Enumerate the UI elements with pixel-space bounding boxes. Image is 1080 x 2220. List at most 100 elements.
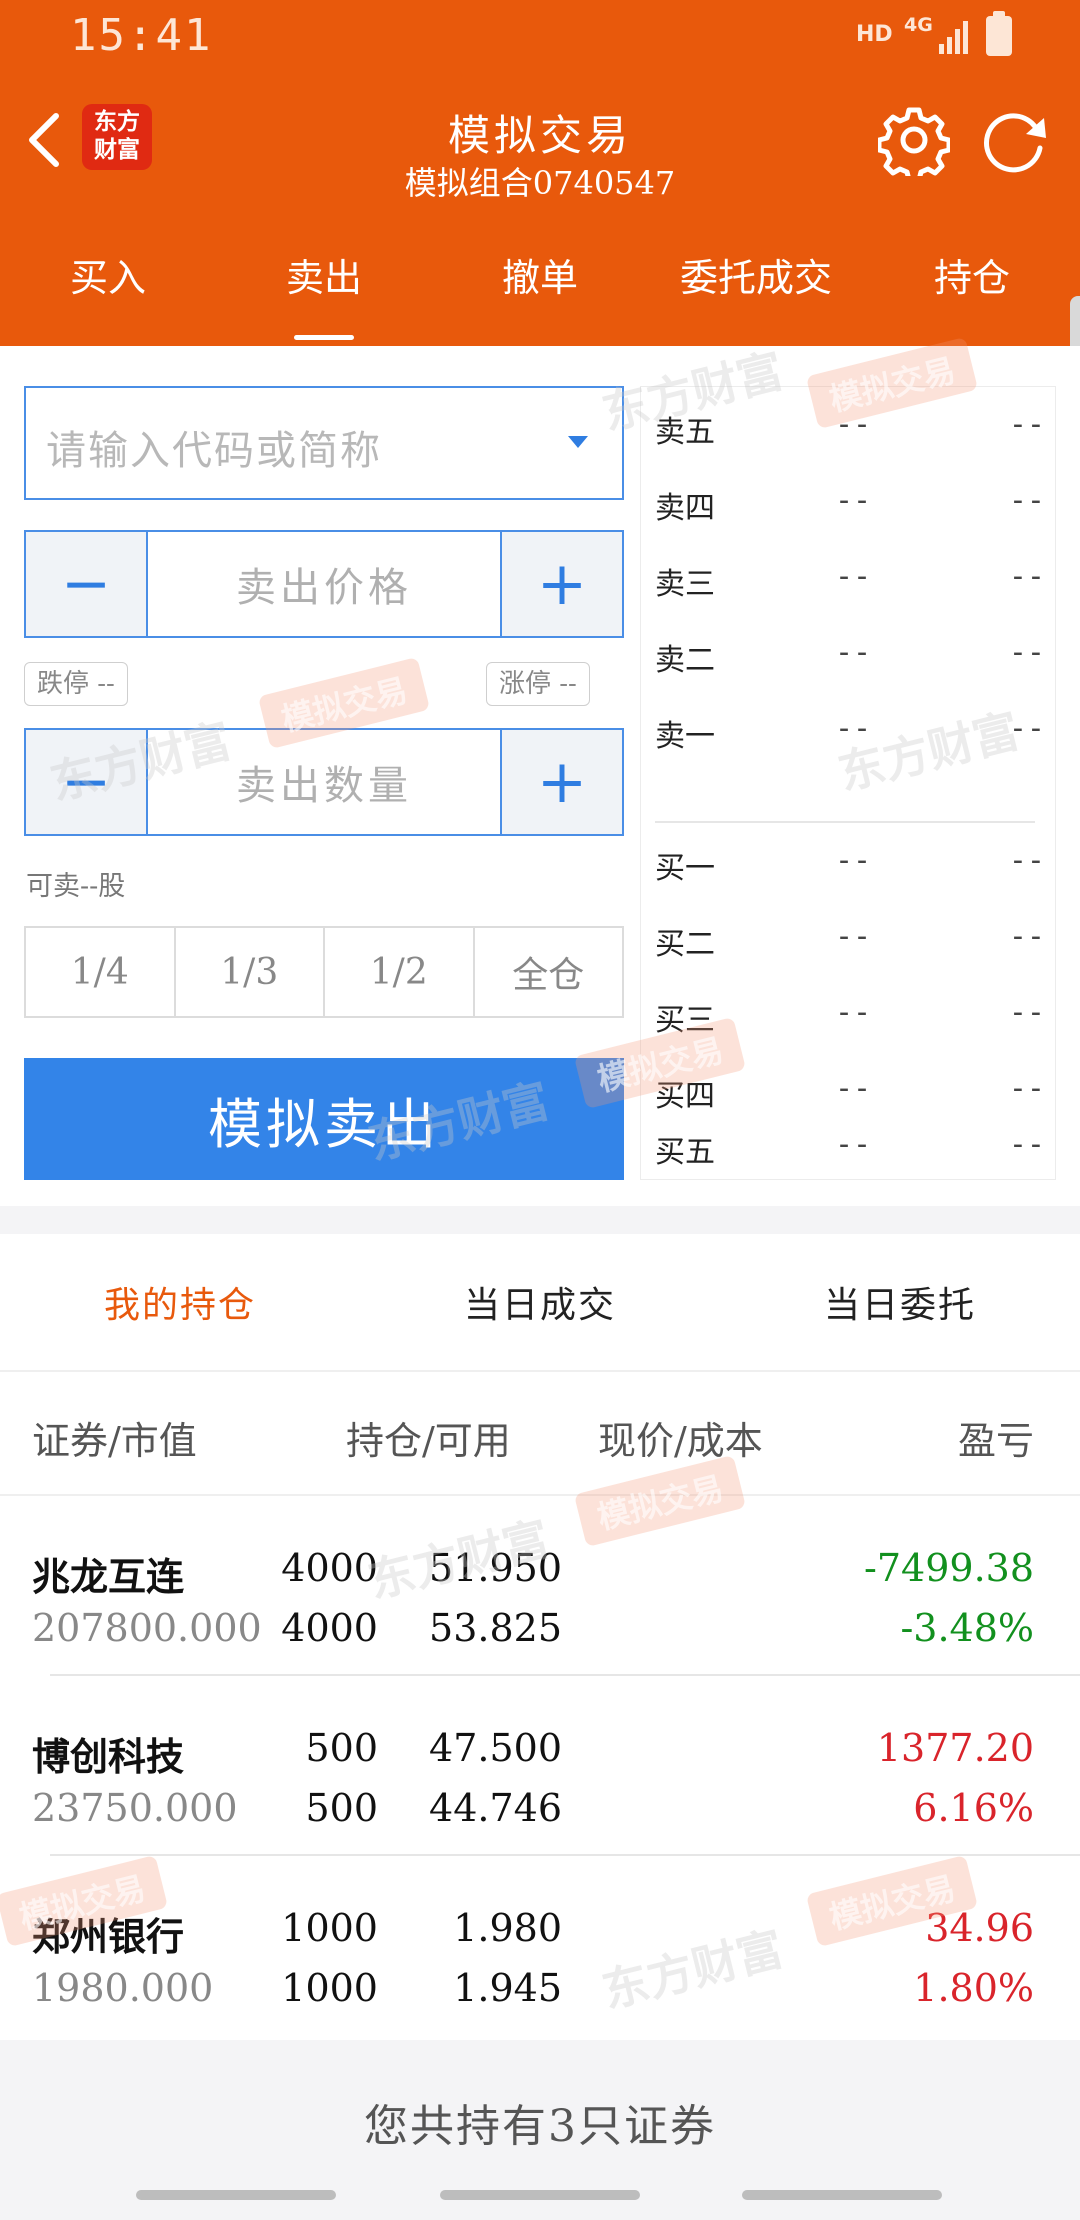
hd-indicator: HD — [856, 22, 893, 47]
ask-1-price: -- — [835, 711, 872, 746]
tab-cancel-order[interactable]: 撤单 — [432, 240, 648, 340]
bid-2-label: 买二 — [655, 927, 715, 962]
quantity-decrease-button[interactable]: − — [26, 730, 148, 834]
col-price: 现价/成本 — [598, 1419, 763, 1463]
limit-down-tag[interactable]: 跌停 -- — [24, 662, 128, 706]
order-book: 卖五 -- -- 卖四 -- -- 卖三 -- -- 卖二 -- -- 卖一 -- -- 买一 -- -… — [640, 386, 1056, 1180]
tab-sell[interactable]: 卖出 — [216, 240, 432, 340]
table-row[interactable]: 兆龙互连 207800.000 4000 4000 51.950 53.825 … — [0, 1496, 1080, 1676]
bid-3-label: 买三 — [655, 1003, 715, 1038]
col-security: 证券/市值 — [32, 1419, 197, 1463]
sellable-shares: 可卖--股 — [26, 871, 126, 902]
ask-5-price: -- — [835, 407, 872, 442]
bid-1-label: 买一 — [655, 851, 715, 886]
bid-5-row: 买五 -- -- — [655, 1127, 1045, 1170]
tab-orders-trades[interactable]: 委托成交 — [648, 240, 864, 340]
ask-2-volume: -- — [1008, 635, 1045, 670]
simulated-sell-button[interactable]: 模拟卖出 — [24, 1058, 624, 1180]
table-row[interactable]: 博创科技 23750.000 500 500 47.500 44.746 137… — [0, 1676, 1080, 1856]
bid-5-label: 买五 — [655, 1135, 715, 1170]
security-name: 郑州银行 — [32, 1914, 185, 1959]
bid-2-row: 买二 -- -- — [655, 919, 1045, 962]
current-price: 1.980 — [453, 1906, 562, 1950]
tab-holdings[interactable]: 持仓 — [864, 240, 1080, 340]
quantity-stepper: − 卖出数量 + — [24, 728, 624, 836]
signal-icon — [939, 21, 968, 54]
nav-bar-pill-left[interactable] — [136, 2190, 336, 2200]
nav-bar-pill-center[interactable] — [440, 2190, 640, 2200]
ask-2-price: -- — [835, 635, 872, 670]
col-holding: 持仓/可用 — [346, 1419, 511, 1463]
trade-panel: 请输入代码或简称 − 卖出价格 + 跌停 -- 涨停 -- − 卖出数量 + 可… — [0, 336, 1080, 1206]
fraction-half-button[interactable]: 1/2 — [323, 928, 473, 1016]
positions-tabs: 我的持仓 当日成交 当日委托 — [0, 1234, 1080, 1372]
holding-qty: 500 — [305, 1726, 378, 1770]
tab-today-trades[interactable]: 当日成交 — [360, 1234, 720, 1370]
ask-4-volume: -- — [1008, 483, 1045, 518]
holding-qty: 4000 — [281, 1546, 378, 1590]
cost-price: 53.825 — [429, 1606, 562, 1650]
ask-5-label: 卖五 — [655, 415, 715, 450]
fraction-quarter-button[interactable]: 1/4 — [26, 928, 174, 1016]
limit-up-tag[interactable]: 涨停 -- — [486, 662, 590, 706]
fraction-full-button[interactable]: 全仓 — [472, 928, 623, 1016]
bid-5-price: -- — [835, 1127, 872, 1162]
nav-bar-pill-right[interactable] — [742, 2190, 942, 2200]
table-row[interactable]: 郑州银行 1980.000 1000 1000 1.980 1.945 34.9… — [0, 1856, 1080, 2036]
status-time: 15:41 — [70, 10, 213, 61]
bid-1-volume: -- — [1008, 843, 1045, 878]
battery-icon — [986, 11, 1012, 56]
market-value: 207800.000 — [32, 1606, 262, 1650]
security-name: 兆龙互连 — [32, 1554, 185, 1599]
gear-icon[interactable] — [878, 104, 950, 176]
available-qty: 500 — [305, 1786, 378, 1830]
bid-3-row: 买三 -- -- — [655, 995, 1045, 1038]
profit-loss-amount: -7499.38 — [864, 1546, 1034, 1590]
ask-4-price: -- — [835, 483, 872, 518]
price-increase-button[interactable]: + — [500, 532, 622, 636]
ask-3-volume: -- — [1008, 559, 1045, 594]
price-decrease-button[interactable]: − — [26, 532, 148, 636]
cost-price: 1.945 — [453, 1966, 562, 2010]
available-qty: 4000 — [281, 1606, 378, 1650]
sell-price-input[interactable]: 卖出价格 — [148, 532, 500, 636]
refresh-icon[interactable] — [976, 104, 1050, 178]
bid-1-row: 买一 -- -- — [655, 843, 1045, 886]
bid-1-price: -- — [835, 843, 872, 878]
holding-qty: 1000 — [281, 1906, 378, 1950]
trade-tabs: 买入 卖出 撤单 委托成交 持仓 — [0, 240, 1080, 340]
fraction-third-button[interactable]: 1/3 — [173, 928, 324, 1016]
ask-3-label: 卖三 — [655, 567, 715, 602]
order-book-divider — [655, 821, 1035, 823]
ask-4-label: 卖四 — [655, 491, 715, 526]
ask-2-row: 卖二 -- -- — [655, 635, 1045, 678]
market-value: 23750.000 — [32, 1786, 238, 1830]
ask-1-row: 卖一 -- -- — [655, 711, 1045, 754]
bid-4-price: -- — [835, 1071, 872, 1106]
ask-4-row: 卖四 -- -- — [655, 483, 1045, 526]
tab-my-holdings[interactable]: 我的持仓 — [0, 1234, 360, 1370]
ask-3-price: -- — [835, 559, 872, 594]
holdings-count-summary: 您共持有3只证券 — [364, 2101, 716, 2152]
sell-quantity-input[interactable]: 卖出数量 — [148, 730, 500, 834]
ask-5-volume: -- — [1008, 407, 1045, 442]
ask-5-row: 卖五 -- -- — [655, 407, 1045, 450]
dropdown-triangle-icon[interactable] — [566, 434, 590, 450]
position-fraction-selector: 1/4 1/3 1/2 全仓 — [24, 926, 624, 1018]
app-header: 15:41 HD 4G 东方 财富 模拟交易 模拟组合0740547 买入 卖出… — [0, 0, 1080, 346]
current-price: 47.500 — [429, 1726, 562, 1770]
bid-5-volume: -- — [1008, 1127, 1045, 1162]
ask-1-label: 卖一 — [655, 719, 715, 754]
profit-loss-percent: -3.48% — [900, 1606, 1034, 1650]
tab-buy[interactable]: 买入 — [0, 240, 216, 340]
price-stepper: − 卖出价格 + — [24, 530, 624, 638]
market-value: 1980.000 — [32, 1966, 214, 2010]
tab-today-orders[interactable]: 当日委托 — [720, 1234, 1080, 1370]
ask-1-volume: -- — [1008, 711, 1045, 746]
security-name: 博创科技 — [32, 1734, 185, 1779]
holdings-summary-footer: 您共持有3只证券 — [0, 2040, 1080, 2220]
stock-code-input[interactable]: 请输入代码或简称 — [24, 386, 624, 500]
profit-loss-percent: 1.80% — [913, 1966, 1034, 2010]
quantity-increase-button[interactable]: + — [500, 730, 622, 834]
bid-4-volume: -- — [1008, 1071, 1045, 1106]
